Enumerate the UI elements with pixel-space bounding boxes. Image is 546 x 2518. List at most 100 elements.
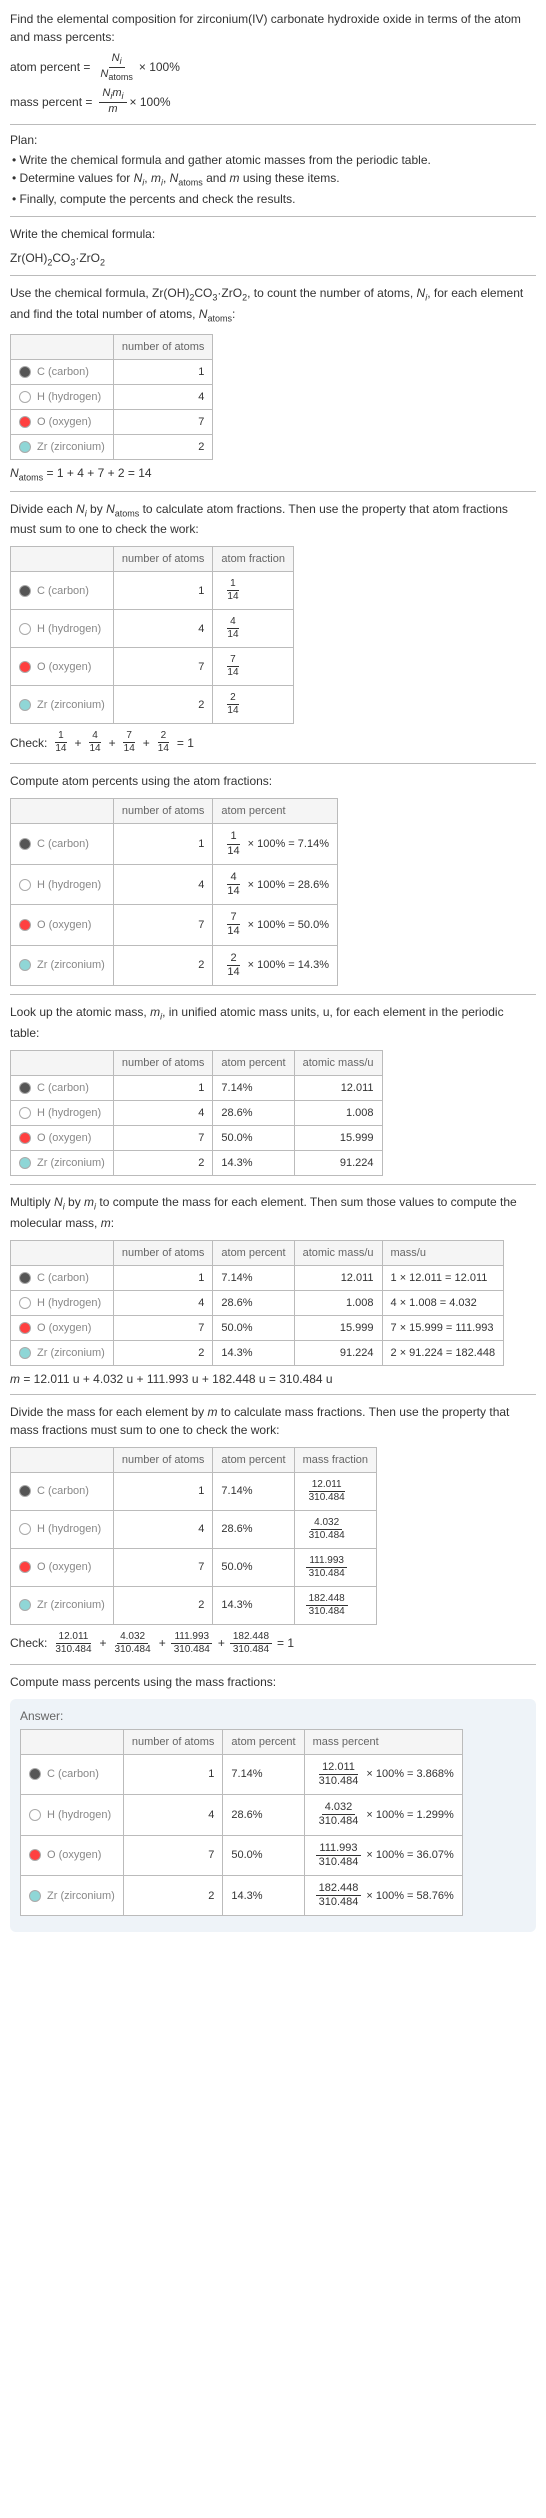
divider	[10, 491, 536, 492]
cell-value: 1.008	[294, 1290, 382, 1315]
cell-value: 14.3%	[213, 1340, 294, 1365]
col-noa: number of atoms	[113, 1050, 213, 1075]
divider	[10, 1394, 536, 1395]
element-label: Zr (zirconium)	[37, 1347, 105, 1359]
cell-fraction: 182.448310.484	[294, 1586, 376, 1624]
cell-value: 1	[113, 824, 213, 864]
cell-percent: 714 × 100% = 50.0%	[213, 905, 338, 945]
table-row: H (hydrogen)428.6%4.032310.484 × 100% = …	[21, 1795, 463, 1835]
lookup-text: Look up the atomic mass, mi, in unified …	[10, 1003, 536, 1042]
cell-value: 7	[113, 1125, 213, 1150]
cell-percent: 114 × 100% = 7.14%	[213, 824, 338, 864]
col-mf: mass fraction	[294, 1447, 376, 1472]
col-ap: atom percent	[213, 799, 338, 824]
cell-value: 2 × 91.224 = 182.448	[382, 1340, 504, 1365]
answer-label: Answer:	[20, 1709, 526, 1723]
cell-value: 4	[113, 1510, 213, 1548]
multiply-text: Multiply Ni by mi to compute the mass fo…	[10, 1193, 536, 1232]
divider	[10, 275, 536, 276]
m-equation: m = 12.011 u + 4.032 u + 111.993 u + 182…	[10, 1372, 536, 1386]
cell-value: 14.3%	[213, 1586, 294, 1624]
table-row: O (oxygen)750.0%111.993310.484 × 100% = …	[21, 1835, 463, 1875]
plan-heading: Plan:	[10, 133, 536, 147]
times-hundred: × 100%	[130, 95, 171, 109]
fraction-icon: Ni Natoms	[97, 52, 135, 83]
cell-value: 2	[113, 1586, 213, 1624]
cell-value: 2	[113, 1340, 213, 1365]
element-label: C (carbon)	[37, 1272, 89, 1284]
element-label: C (carbon)	[37, 1082, 89, 1094]
element-swatch-icon	[19, 879, 31, 891]
cell-fraction: 414	[213, 610, 294, 648]
element-label: O (oxygen)	[37, 919, 91, 931]
element-label: C (carbon)	[37, 585, 89, 597]
table-row: Zr (zirconium)214.3%91.224	[11, 1150, 383, 1175]
table-row: H (hydrogen)4414 × 100% = 28.6%	[11, 864, 338, 904]
element-swatch-icon	[19, 959, 31, 971]
element-label: O (oxygen)	[37, 1322, 91, 1334]
cell-fraction: 4.032310.484	[294, 1510, 376, 1548]
table-row: C (carbon)1114	[11, 572, 294, 610]
plan-bullet: • Determine values for Ni, mi, Natoms an…	[10, 169, 536, 190]
element-swatch-icon	[29, 1849, 41, 1861]
cell-value: 7.14%	[213, 1075, 294, 1100]
cell-value: 15.999	[294, 1125, 382, 1150]
element-swatch-icon	[19, 1347, 31, 1359]
cell-value: 14.3%	[223, 1875, 304, 1915]
cell-value: 2	[113, 1150, 213, 1175]
table-row: Zr (zirconium) 214.3%91.2242 × 91.224 = 1…	[11, 1340, 504, 1365]
cell-value: 14.3%	[213, 1150, 294, 1175]
element-swatch-icon	[19, 1561, 31, 1573]
fraction-icon: Nimi m	[99, 87, 126, 116]
cell-value: 2	[113, 945, 213, 985]
table-row: C (carbon)17.14%12.011310.484 × 100% = 3…	[21, 1754, 463, 1794]
cell-value: 91.224	[294, 1340, 382, 1365]
cell-value: 12.011	[294, 1075, 382, 1100]
element-swatch-icon	[19, 1297, 31, 1309]
col-am: atomic mass/u	[294, 1240, 382, 1265]
element-swatch-icon	[19, 441, 31, 453]
table-row: Zr (zirconium) 214.3%182.448310.484	[11, 1586, 377, 1624]
cell-value: 1	[113, 360, 213, 385]
element-label: O (oxygen)	[47, 1849, 101, 1861]
col-noa: number of atoms	[113, 335, 213, 360]
table-row: O (oxygen)7	[11, 410, 213, 435]
cell-percent: 4.032310.484 × 100% = 1.299%	[304, 1795, 462, 1835]
col-noa: number of atoms	[113, 1447, 213, 1472]
element-label: C (carbon)	[37, 366, 89, 378]
cell-value: 50.0%	[213, 1548, 294, 1586]
cell-value: 4 × 1.008 = 4.032	[382, 1290, 504, 1315]
element-label: Zr (zirconium)	[37, 1599, 105, 1611]
cell-value: 4	[123, 1795, 223, 1835]
intro-text: Find the elemental composition for zirco…	[10, 10, 536, 46]
cell-fraction: 111.993310.484	[294, 1548, 376, 1586]
col-ap: atom percent	[213, 1050, 294, 1075]
cell-value: 7	[123, 1835, 223, 1875]
cell-value: 7.14%	[213, 1265, 294, 1290]
mass-table: number of atomsatom percentatomic mass/u…	[10, 1050, 383, 1176]
table-row: C (carbon)17.14%12.011310.484	[11, 1472, 377, 1510]
table-row: C (carbon)1114 × 100% = 7.14%	[11, 824, 338, 864]
col-noa: number of atoms	[113, 799, 213, 824]
atoms-table: number of atoms C (carbon)1 H (hydrogen)…	[10, 334, 213, 460]
plan-bullet: • Write the chemical formula and gather …	[10, 151, 536, 169]
table-row: C (carbon) 1	[11, 360, 213, 385]
element-label: H (hydrogen)	[47, 1809, 111, 1821]
cell-fraction: 12.011310.484	[294, 1472, 376, 1510]
answer-box: Answer: number of atomsatom percentmass …	[10, 1699, 536, 1933]
element-label: Zr (zirconium)	[47, 1890, 115, 1902]
element-label: H (hydrogen)	[37, 1297, 101, 1309]
col-ap: atom percent	[223, 1729, 304, 1754]
natoms-equation: Natoms = 1 + 4 + 7 + 2 = 14	[10, 466, 536, 482]
table-row: Zr (zirconium)2	[11, 435, 213, 460]
table-row: O (oxygen)7714 × 100% = 50.0%	[11, 905, 338, 945]
divider	[10, 1184, 536, 1185]
table-row: O (oxygen)750.0%15.9997 × 15.999 = 111.9…	[11, 1315, 504, 1340]
element-label: H (hydrogen)	[37, 1107, 101, 1119]
element-swatch-icon	[19, 1157, 31, 1169]
cell-fraction: 114	[213, 572, 294, 610]
cell-value: 2	[113, 435, 213, 460]
divide-text: Divide each Ni by Natoms to calculate at…	[10, 500, 536, 539]
mass-percent-formula: mass percent = Nimi m × 100%	[10, 87, 536, 116]
cell-value: 1	[113, 1075, 213, 1100]
